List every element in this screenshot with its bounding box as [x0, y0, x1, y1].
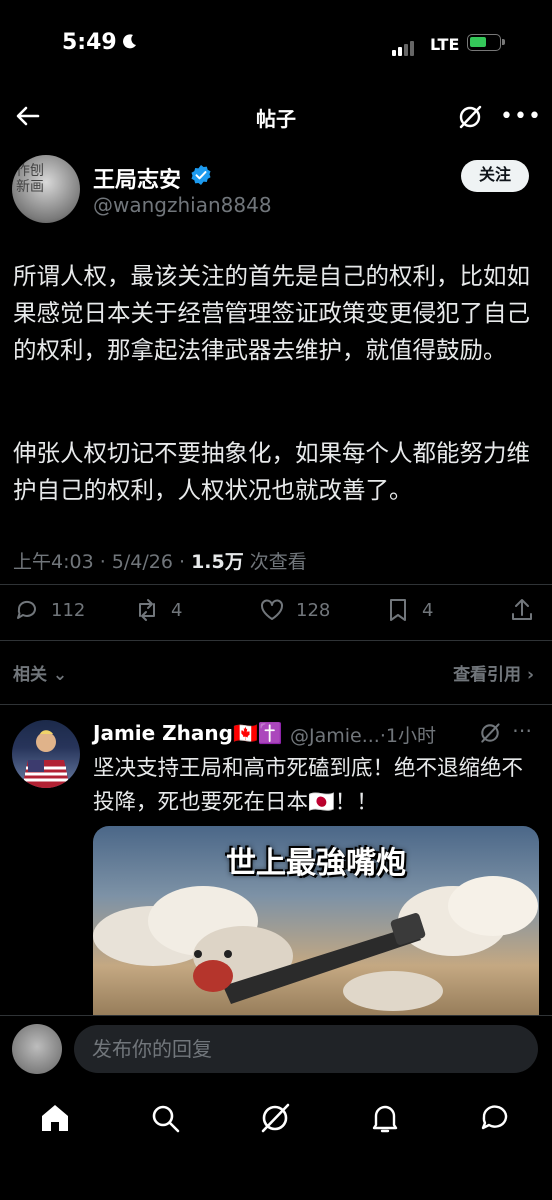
- view-quotes-label: 查看引用: [453, 665, 522, 685]
- reply-author-name[interactable]: Jamie Zhang🇨🇦✝️: [93, 721, 283, 745]
- post-paragraph: 伸张人权切记不要抽象化，如果每个人都能努力维护自己的权利，人权状况也就改善了。: [13, 439, 530, 504]
- share-action[interactable]: [508, 596, 536, 624]
- author-avatar[interactable]: 作刨 新画: [12, 155, 80, 223]
- bookmark-count: 4: [422, 599, 434, 621]
- reply-text: 坚决支持王局和高市死磕到底！绝不退缩绝不投降，死也要死在日本🇯🇵！！: [93, 756, 524, 815]
- moon-icon: [123, 34, 136, 49]
- search-icon[interactable]: [147, 1100, 183, 1136]
- author-handle[interactable]: @wangzhian8848: [93, 193, 272, 217]
- post-paragraph: 所谓人权，最该关注的首先是自己的权利，比如如果感觉日本关于经营管理签证政策变更侵…: [13, 262, 530, 364]
- flag-figure-image: [22, 730, 70, 788]
- chevron-right-icon: ›: [526, 665, 534, 685]
- verified-badge-icon: [191, 165, 211, 185]
- like-action[interactable]: 128: [258, 596, 330, 624]
- media-caption: 世上最強嘴炮: [226, 846, 406, 881]
- repost-count: 4: [171, 599, 183, 621]
- post-timestamp: 上午4:03 · 5/4/26 ·: [13, 551, 192, 573]
- reply-media-image[interactable]: 世上最強嘴炮: [93, 826, 539, 1026]
- reply-icon: [17, 600, 36, 619]
- repost-action[interactable]: 4: [133, 596, 182, 624]
- author-name[interactable]: 王局志安: [93, 162, 181, 194]
- reply-avatar[interactable]: [12, 720, 80, 788]
- network-label: LTE: [430, 35, 460, 54]
- grok-icon[interactable]: [478, 721, 502, 745]
- signal-icon: [392, 37, 416, 56]
- bookmark-icon: [390, 599, 406, 621]
- divider: [0, 584, 552, 585]
- divider: [0, 640, 552, 641]
- more-dots-icon[interactable]: •••: [500, 104, 542, 129]
- grok-icon[interactable]: [257, 1100, 293, 1136]
- status-time: 5:49: [62, 30, 117, 55]
- reply-count: 112: [51, 599, 86, 621]
- bookmark-action[interactable]: 4: [384, 596, 433, 624]
- messages-icon[interactable]: [477, 1100, 513, 1136]
- battery-icon: [467, 34, 505, 51]
- reply-action[interactable]: 112: [13, 596, 85, 624]
- grok-icon[interactable]: [456, 103, 484, 131]
- repost-icon: [139, 599, 155, 621]
- heart-icon: [261, 599, 283, 620]
- reply-input[interactable]: [74, 1025, 538, 1073]
- view-quotes-link[interactable]: 查看引用 ›: [453, 660, 534, 685]
- related-label: 相关: [13, 665, 47, 685]
- my-avatar[interactable]: [12, 1024, 62, 1074]
- views-count: 1.5万: [191, 551, 244, 573]
- views-label: 次查看: [243, 551, 307, 573]
- divider: [0, 704, 552, 705]
- bell-icon[interactable]: [367, 1100, 403, 1136]
- like-count: 128: [296, 599, 331, 621]
- share-icon: [512, 599, 532, 620]
- related-dropdown[interactable]: 相关 ⌄: [13, 660, 67, 685]
- reply-handle[interactable]: @Jamie...·1小时: [290, 721, 436, 748]
- post-meta: 上午4:03 · 5/4/26 · 1.5万 次查看: [13, 547, 307, 574]
- follow-button[interactable]: 关注: [461, 160, 529, 192]
- home-icon[interactable]: [37, 1100, 73, 1136]
- chevron-down-icon: ⌄: [52, 665, 68, 685]
- more-dots-icon[interactable]: ⋯: [512, 718, 532, 742]
